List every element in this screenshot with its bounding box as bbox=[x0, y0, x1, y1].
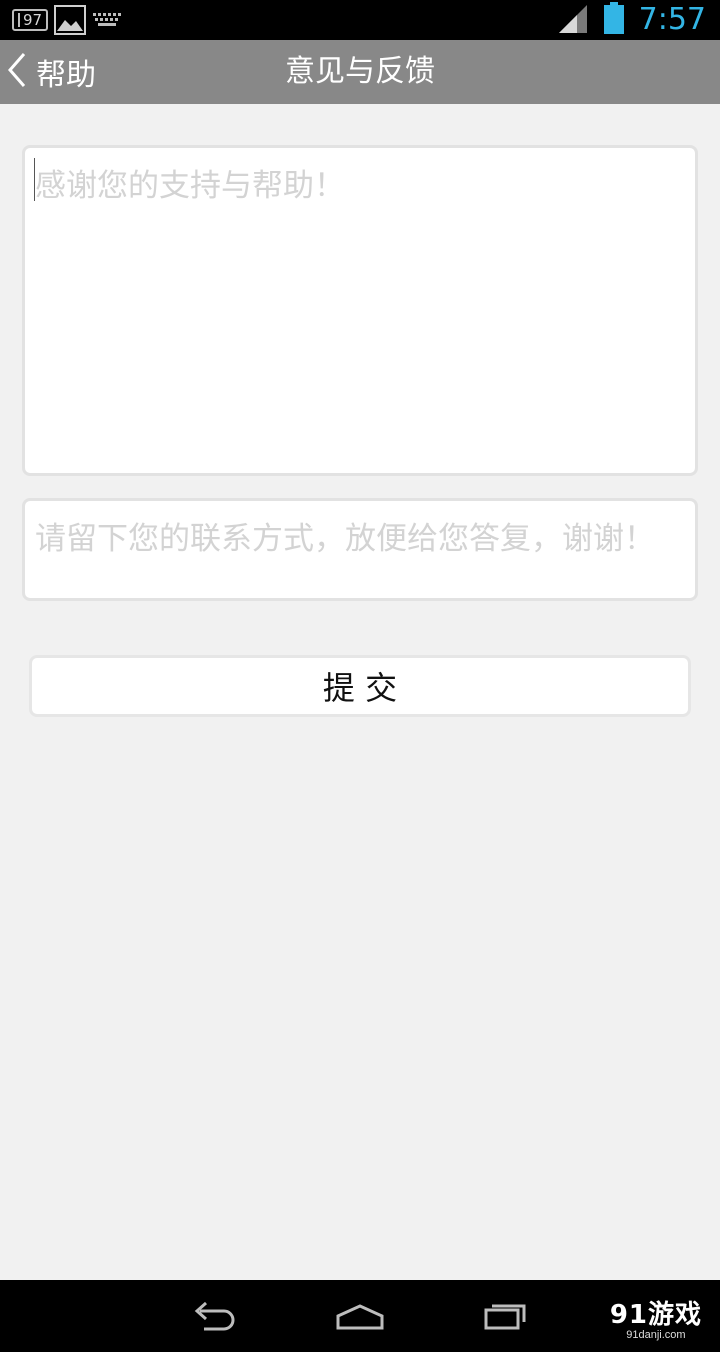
notification-count-badge: 97 bbox=[12, 9, 49, 31]
system-status-area: 7:57 bbox=[558, 2, 706, 38]
chevron-left-icon bbox=[6, 51, 28, 93]
submit-button[interactable]: 提 交 bbox=[29, 655, 691, 717]
battery-icon bbox=[603, 2, 625, 38]
home-nav-icon[interactable] bbox=[334, 1298, 386, 1338]
submit-label: 提 交 bbox=[322, 669, 398, 707]
notification-area: 97 bbox=[12, 5, 124, 35]
feedback-textarea[interactable]: 感谢您的支持与帮助！ bbox=[22, 145, 698, 476]
action-bar: 帮助 意见与反馈 bbox=[0, 40, 720, 104]
signal-icon bbox=[558, 3, 589, 37]
clock: 7:57 bbox=[638, 2, 706, 37]
watermark-logo: 91游戏 91danji.com bbox=[610, 1302, 702, 1342]
contact-placeholder: 请留下您的联系方式，放便给您答复，谢谢！ bbox=[35, 521, 655, 557]
back-nav-icon[interactable] bbox=[190, 1298, 238, 1338]
contact-input[interactable]: 请留下您的联系方式，放便给您答复，谢谢！ bbox=[22, 498, 698, 601]
back-button[interactable]: 帮助 bbox=[0, 40, 110, 104]
feedback-placeholder: 感谢您的支持与帮助！ bbox=[35, 168, 345, 204]
keyboard-icon bbox=[92, 12, 124, 28]
gallery-icon bbox=[54, 5, 87, 35]
watermark-main: 91游戏 bbox=[609, 1300, 702, 1330]
status-bar: 97 7:57 bbox=[0, 0, 720, 40]
watermark-sub: 91danji.com bbox=[626, 1329, 686, 1341]
back-label: 帮助 bbox=[36, 58, 96, 93]
navigation-bar: 91游戏 91danji.com bbox=[0, 1280, 720, 1352]
text-cursor bbox=[34, 158, 35, 201]
recents-nav-icon[interactable] bbox=[480, 1298, 528, 1338]
